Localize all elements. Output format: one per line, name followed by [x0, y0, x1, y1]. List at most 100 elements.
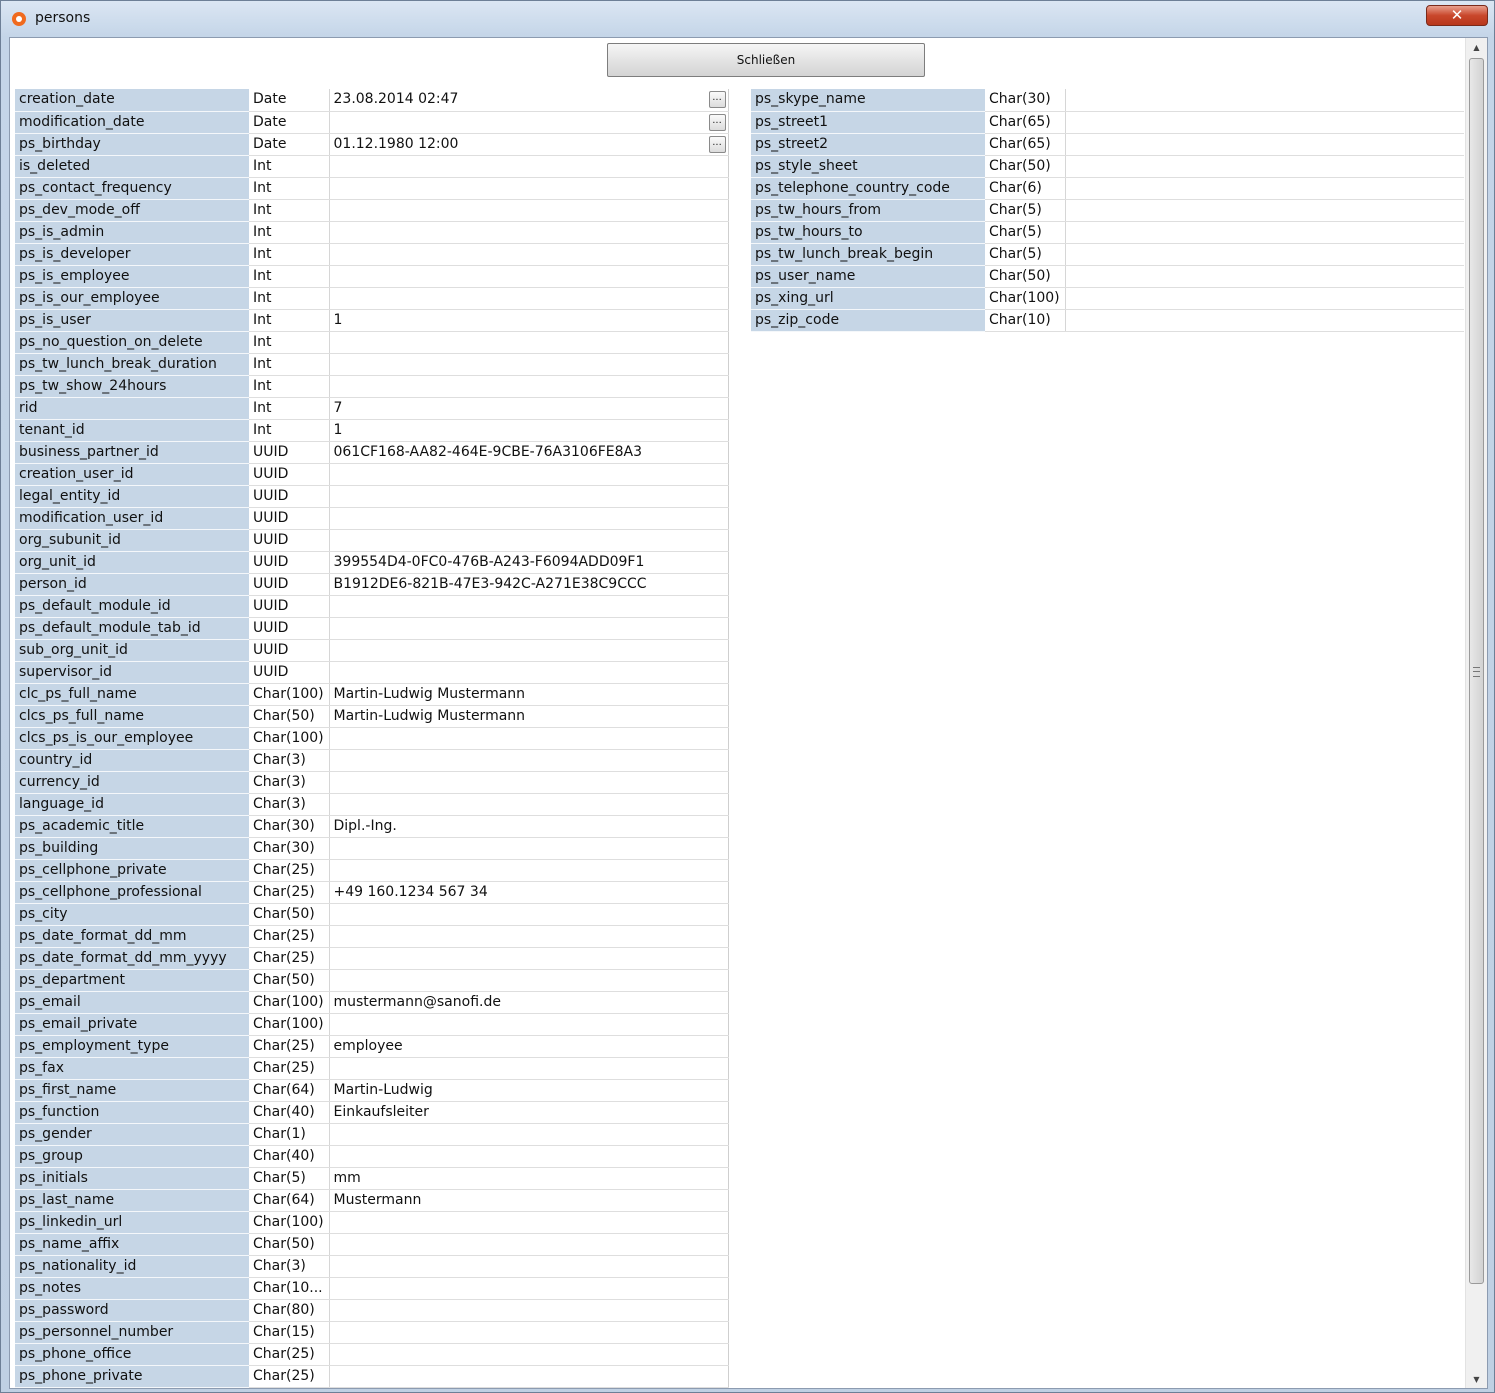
- field-name: ps_tw_hours_to: [751, 221, 985, 244]
- field-value-cell[interactable]: [329, 507, 728, 530]
- field-row: ps_initials Char(5) mm: [15, 1167, 728, 1190]
- field-row: ps_tw_lunch_break_begin Char(5): [751, 243, 1464, 266]
- field-value-cell[interactable]: 1: [329, 419, 728, 442]
- schliessen-button[interactable]: Schließen: [607, 43, 925, 77]
- field-value-cell[interactable]: [329, 265, 728, 288]
- field-value-cell[interactable]: [329, 1233, 728, 1256]
- scroll-down-icon[interactable]: ▼: [1466, 1370, 1487, 1388]
- field-value-cell[interactable]: mustermann@sanofi.de: [329, 991, 728, 1014]
- field-value-cell[interactable]: [329, 661, 728, 684]
- field-name: ps_skype_name: [751, 89, 985, 112]
- field-value-cell[interactable]: [329, 639, 728, 662]
- field-name: ps_first_name: [15, 1079, 249, 1102]
- field-value-cell[interactable]: [329, 1277, 728, 1300]
- field-name: org_unit_id: [15, 551, 249, 574]
- field-value: Einkaufsleiter: [333, 1103, 429, 1120]
- field-value-cell[interactable]: [329, 969, 728, 992]
- field-value: 7: [333, 399, 343, 416]
- window-close-button[interactable]: ✕: [1426, 5, 1488, 26]
- field-value-cell[interactable]: 1: [329, 309, 728, 332]
- field-value-cell[interactable]: [329, 1343, 728, 1366]
- field-value-cell[interactable]: mm: [329, 1167, 728, 1190]
- field-value-cell[interactable]: [329, 595, 728, 618]
- field-value-cell[interactable]: [329, 221, 728, 244]
- field-value-cell[interactable]: [329, 331, 728, 354]
- field-value-cell[interactable]: [329, 1321, 728, 1344]
- field-value-cell[interactable]: [1065, 199, 1464, 222]
- field-value-cell[interactable]: [329, 1365, 728, 1388]
- field-value-cell[interactable]: [329, 617, 728, 640]
- field-name: clcs_ps_is_our_employee: [15, 727, 249, 750]
- field-value-cell[interactable]: B1912DE6-821B-47E3-942C-A271E38C9CCC: [329, 573, 728, 596]
- field-value-cell[interactable]: [1065, 287, 1464, 310]
- field-value-cell[interactable]: [1065, 243, 1464, 266]
- field-value-cell[interactable]: [1065, 309, 1464, 332]
- field-value-cell[interactable]: Dipl.-Ing.: [329, 815, 728, 838]
- date-picker-button[interactable]: ...: [708, 113, 726, 131]
- field-value-cell[interactable]: Mustermann: [329, 1189, 728, 1212]
- field-value-cell[interactable]: 7: [329, 397, 728, 420]
- title-bar[interactable]: persons ✕: [1, 1, 1495, 37]
- field-value-cell[interactable]: [329, 947, 728, 970]
- field-value-cell[interactable]: [329, 199, 728, 222]
- field-name: ps_academic_title: [15, 815, 249, 838]
- field-value-cell[interactable]: [329, 749, 728, 772]
- field-value-cell[interactable]: +49 160.1234 567 34: [329, 881, 728, 904]
- field-value-cell[interactable]: [329, 1211, 728, 1234]
- field-value-cell[interactable]: Martin-Ludwig: [329, 1079, 728, 1102]
- field-name: ps_is_user: [15, 309, 249, 332]
- field-value-cell[interactable]: [329, 1057, 728, 1080]
- field-type: Int: [249, 287, 330, 310]
- field-value-cell[interactable]: [329, 1123, 728, 1146]
- field-value-cell[interactable]: [1065, 111, 1464, 134]
- field-value-cell[interactable]: [329, 1145, 728, 1168]
- scroll-thumb[interactable]: [1469, 58, 1484, 1284]
- field-name: ps_fax: [15, 1057, 249, 1080]
- scroll-up-icon[interactable]: ▲: [1466, 38, 1487, 56]
- field-value-cell[interactable]: [329, 1299, 728, 1322]
- field-value-cell[interactable]: [329, 859, 728, 882]
- field-row: clcs_ps_is_our_employee Char(100): [15, 727, 728, 750]
- field-value-cell[interactable]: 061CF168-AA82-464E-9CBE-76A3106FE8A3: [329, 441, 728, 464]
- field-value-cell[interactable]: [1065, 89, 1464, 112]
- field-value-cell[interactable]: [1065, 155, 1464, 178]
- field-value-cell[interactable]: [329, 375, 728, 398]
- field-value-cell[interactable]: [329, 463, 728, 486]
- field-value-cell[interactable]: [329, 793, 728, 816]
- field-value-cell[interactable]: [329, 155, 728, 178]
- field-value-cell[interactable]: [329, 925, 728, 948]
- date-picker-button[interactable]: ...: [708, 91, 726, 108]
- vertical-scrollbar[interactable]: ▲ ▼: [1465, 38, 1487, 1388]
- field-type: Char(64): [249, 1189, 330, 1212]
- field-value-cell[interactable]: [329, 903, 728, 926]
- field-value-cell[interactable]: [329, 243, 728, 266]
- field-value-cell[interactable]: [1065, 265, 1464, 288]
- field-value-cell[interactable]: 01.12.1980 12:00...: [329, 133, 728, 156]
- field-value-cell[interactable]: [329, 485, 728, 508]
- field-value-cell[interactable]: [1065, 177, 1464, 200]
- field-value-cell[interactable]: employee: [329, 1035, 728, 1058]
- field-value-cell[interactable]: [329, 771, 728, 794]
- field-value-cell[interactable]: Martin-Ludwig Mustermann: [329, 705, 728, 728]
- field-value-cell[interactable]: [329, 1013, 728, 1036]
- field-value-cell[interactable]: [329, 837, 728, 860]
- field-value-cell[interactable]: [329, 529, 728, 552]
- field-type: Char(3): [249, 793, 330, 816]
- field-type: Int: [249, 309, 330, 332]
- field-value-cell[interactable]: [329, 1255, 728, 1278]
- field-value-cell[interactable]: [329, 353, 728, 376]
- field-value: B1912DE6-821B-47E3-942C-A271E38C9CCC: [333, 575, 647, 592]
- field-value-cell[interactable]: 23.08.2014 02:47...: [329, 89, 728, 112]
- field-value-cell[interactable]: [329, 177, 728, 200]
- field-value-cell[interactable]: Einkaufsleiter: [329, 1101, 728, 1124]
- field-type: UUID: [249, 507, 330, 530]
- field-value-cell[interactable]: [1065, 221, 1464, 244]
- date-picker-button[interactable]: ...: [708, 135, 726, 153]
- field-value-cell[interactable]: Martin-Ludwig Mustermann: [329, 683, 728, 706]
- field-value-cell[interactable]: [329, 727, 728, 750]
- field-value-cell[interactable]: ...: [329, 111, 728, 134]
- field-name: supervisor_id: [15, 661, 249, 684]
- field-value-cell[interactable]: [1065, 133, 1464, 156]
- field-value-cell[interactable]: 399554D4-0FC0-476B-A243-F6094ADD09F1: [329, 551, 728, 574]
- field-value-cell[interactable]: [329, 287, 728, 310]
